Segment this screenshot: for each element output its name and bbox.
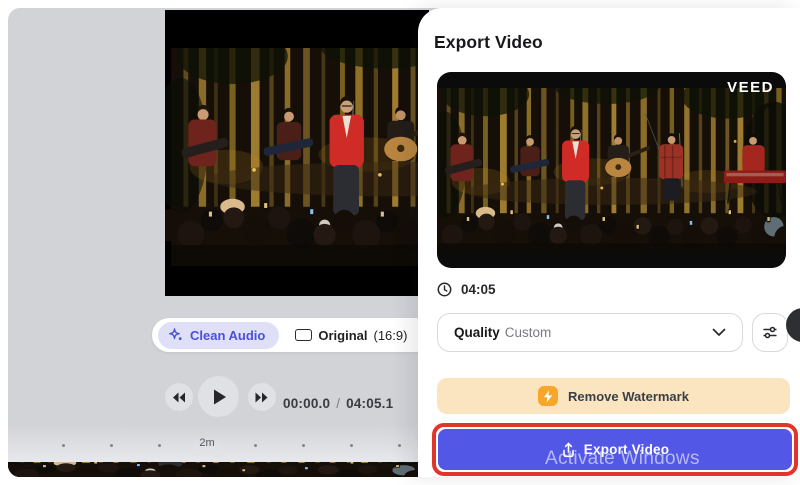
duration-row: 04:05 xyxy=(437,282,496,297)
play-button[interactable] xyxy=(198,376,239,417)
clean-audio-label: Clean Audio xyxy=(190,327,266,343)
chevron-down-icon xyxy=(712,328,726,336)
timeline-filmstrip[interactable] xyxy=(8,462,418,477)
clean-audio-button[interactable]: Clean Audio xyxy=(158,321,280,349)
thumbnail-frame xyxy=(437,88,786,252)
time-separator: / xyxy=(336,396,341,411)
aspect-ratio-icon xyxy=(295,329,313,341)
sliders-icon xyxy=(763,326,777,339)
timeline-tick xyxy=(398,444,401,447)
floating-button[interactable] xyxy=(786,308,800,342)
quality-value: Custom xyxy=(504,325,552,340)
timeline-marker: 2m xyxy=(193,437,221,449)
sparkle-icon xyxy=(169,328,182,340)
upload-icon xyxy=(562,442,574,457)
rewind-button[interactable] xyxy=(165,383,193,411)
timeline-tick xyxy=(62,444,65,447)
fast-forward-button[interactable] xyxy=(248,383,276,411)
quality-label: Quality xyxy=(454,325,500,340)
aspect-ratio-button[interactable]: Original (16:9) xyxy=(289,328,413,343)
remove-watermark-button[interactable]: Remove Watermark xyxy=(437,378,790,414)
quality-dropdown[interactable]: Quality Custom xyxy=(437,313,743,352)
aspect-ratio-value: (16:9) xyxy=(373,327,408,343)
export-panel: Export Video VEED 04:05 Quality Custom R… xyxy=(418,8,800,477)
play-icon xyxy=(213,389,226,404)
export-highlight-border: Export Video xyxy=(432,423,798,476)
lightning-icon xyxy=(538,386,559,406)
export-video-button[interactable]: Export Video xyxy=(438,429,792,470)
current-time: 00:00.0 xyxy=(283,396,331,411)
timeline-tick xyxy=(158,444,161,447)
timeline-tick xyxy=(110,444,113,447)
panel-title: Export Video xyxy=(434,32,543,52)
forward-icon xyxy=(255,392,268,402)
filmstrip-frames xyxy=(8,462,418,477)
time-display: 00:00.0 / 04:05.1 xyxy=(283,389,393,418)
timeline-ruler[interactable]: 2m xyxy=(8,424,420,462)
rewind-icon xyxy=(173,392,185,402)
remove-watermark-label: Remove Watermark xyxy=(568,388,689,404)
export-thumbnail: VEED xyxy=(437,72,786,268)
export-button-label: Export Video xyxy=(583,442,670,457)
timeline-tick xyxy=(350,444,353,447)
timeline-tick xyxy=(254,444,257,447)
aspect-label: Original xyxy=(318,327,368,343)
timeline-tick xyxy=(302,444,305,447)
video-preview[interactable] xyxy=(165,10,429,296)
advanced-settings-button[interactable] xyxy=(752,313,788,352)
total-time: 04:05.1 xyxy=(346,396,394,411)
duration-value: 04:05 xyxy=(461,282,496,297)
clock-icon xyxy=(437,282,452,297)
video-frame xyxy=(165,48,429,266)
preview-toolbar: Clean Audio Original (16:9) xyxy=(152,318,432,352)
veed-watermark: VEED xyxy=(727,79,774,96)
